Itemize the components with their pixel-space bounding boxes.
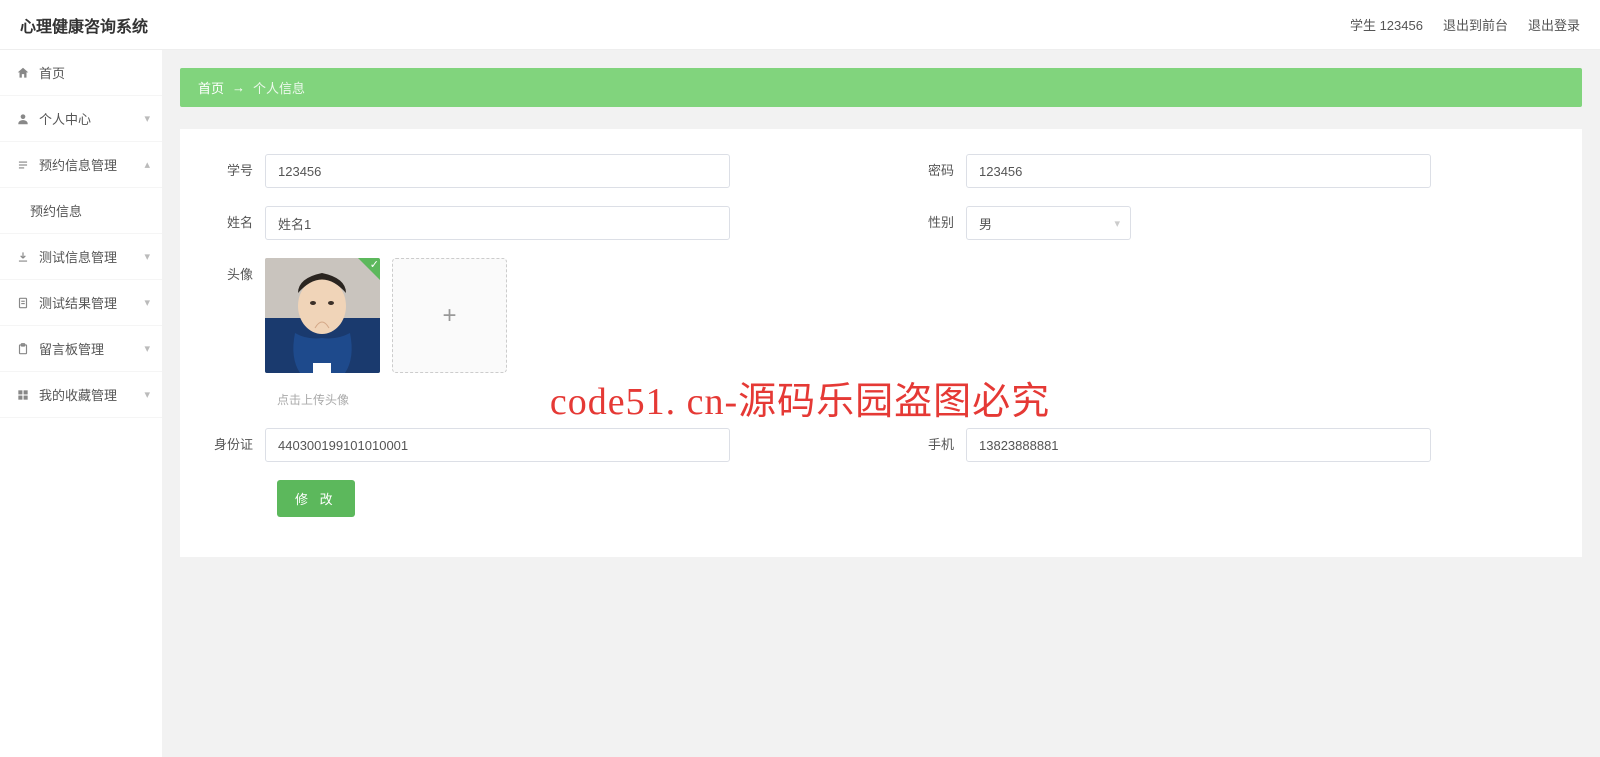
sidebar: 首页 个人中心 ▾ 预约信息管理 ▴ 预约信息 测试信息管理 ▾ 测试结果管理 … [0, 50, 162, 757]
avatar-label: 头像 [210, 258, 265, 292]
breadcrumb: 首页 → 个人信息 [180, 68, 1582, 107]
student-id-input[interactable] [265, 154, 730, 188]
breadcrumb-current: 个人信息 [253, 78, 305, 97]
user-label[interactable]: 学生 123456 [1350, 15, 1423, 34]
gender-select[interactable]: 男 ▾ [966, 206, 1131, 240]
chevron-down-icon: ▾ [144, 112, 150, 125]
password-label: 密码 [911, 154, 966, 188]
name-input[interactable] [265, 206, 730, 240]
logout-link[interactable]: 退出登录 [1528, 15, 1580, 34]
check-icon [358, 258, 380, 280]
sidebar-item-message-board[interactable]: 留言板管理 ▾ [0, 326, 162, 372]
phone-label: 手机 [911, 428, 966, 462]
grid-icon [15, 387, 31, 403]
chevron-down-icon: ▾ [1114, 217, 1120, 230]
chevron-down-icon: ▾ [144, 342, 150, 355]
download-icon [15, 249, 31, 265]
sidebar-label: 测试结果管理 [39, 293, 117, 312]
sidebar-label: 首页 [39, 63, 65, 82]
chevron-down-icon: ▾ [144, 388, 150, 401]
gender-label: 性别 [911, 206, 966, 240]
user-icon [15, 111, 31, 127]
sidebar-label: 测试信息管理 [39, 247, 117, 266]
avatar-preview[interactable] [265, 258, 380, 373]
sidebar-item-test-result[interactable]: 测试结果管理 ▾ [0, 280, 162, 326]
sidebar-label: 个人中心 [39, 109, 91, 128]
sidebar-subitem-appointment[interactable]: 预约信息 [0, 188, 162, 234]
sidebar-item-favorites[interactable]: 我的收藏管理 ▾ [0, 372, 162, 418]
header: 心理健康咨询系统 学生 123456 退出到前台 退出登录 [0, 0, 1600, 50]
submit-button[interactable]: 修 改 [277, 480, 355, 517]
arrow-icon: → [232, 80, 245, 95]
sidebar-label: 我的收藏管理 [39, 385, 117, 404]
upload-hint: 点击上传头像 [277, 391, 1552, 408]
sidebar-item-personal[interactable]: 个人中心 ▾ [0, 96, 162, 142]
form-panel: 学号 密码 姓名 性别 男 ▾ [180, 129, 1582, 557]
plus-icon: + [442, 302, 456, 330]
list-icon [15, 157, 31, 173]
idcard-label: 身份证 [210, 428, 265, 462]
name-label: 姓名 [210, 206, 265, 240]
avatar-upload-button[interactable]: + [392, 258, 507, 373]
sidebar-item-test-info[interactable]: 测试信息管理 ▾ [0, 234, 162, 280]
sidebar-label: 留言板管理 [39, 339, 104, 358]
sidebar-label: 预约信息管理 [39, 155, 117, 174]
chevron-down-icon: ▾ [144, 296, 150, 309]
phone-input[interactable] [966, 428, 1431, 462]
breadcrumb-home[interactable]: 首页 [198, 78, 224, 97]
clipboard-icon [15, 341, 31, 357]
gender-value: 男 [979, 214, 992, 233]
sidebar-item-home[interactable]: 首页 [0, 50, 162, 96]
app-title: 心理健康咨询系统 [20, 13, 148, 37]
main-content: 首页 → 个人信息 学号 密码 姓名 [162, 50, 1600, 757]
document-icon [15, 295, 31, 311]
password-input[interactable] [966, 154, 1431, 188]
idcard-input[interactable] [265, 428, 730, 462]
header-right: 学生 123456 退出到前台 退出登录 [1350, 15, 1580, 34]
frontend-link[interactable]: 退出到前台 [1443, 15, 1508, 34]
student-id-label: 学号 [210, 154, 265, 188]
chevron-up-icon: ▴ [144, 158, 150, 171]
sidebar-item-appointment[interactable]: 预约信息管理 ▴ [0, 142, 162, 188]
chevron-down-icon: ▾ [144, 250, 150, 263]
home-icon [15, 65, 31, 81]
